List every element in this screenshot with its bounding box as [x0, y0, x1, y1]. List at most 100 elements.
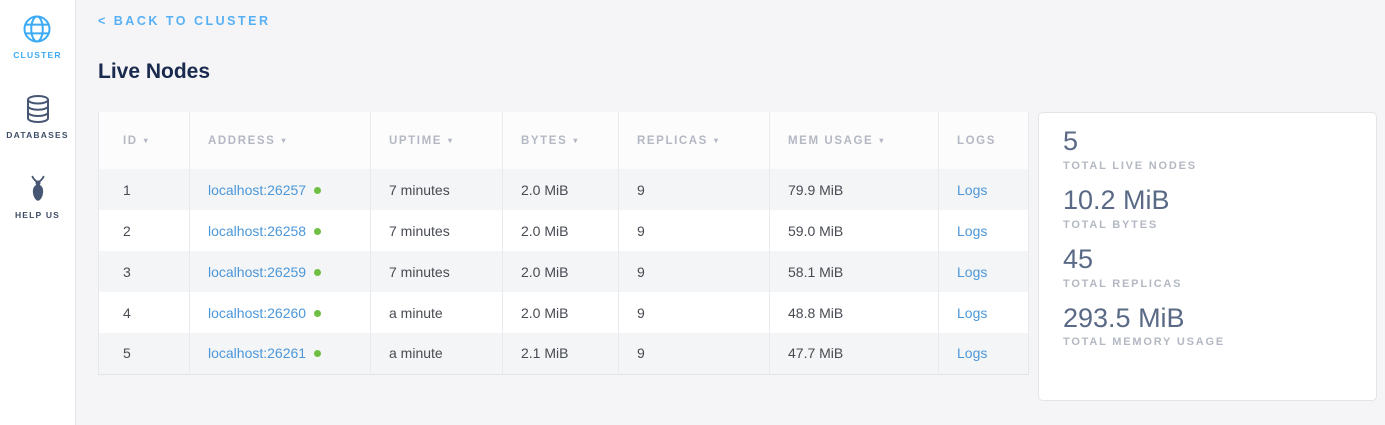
column-header-mem-usage[interactable]: MEM USAGE ▾ — [770, 112, 939, 169]
node-address-link[interactable]: localhost:26259 — [208, 264, 306, 280]
stat-label: TOTAL BYTES — [1063, 219, 1352, 231]
column-header-label: ID — [123, 135, 138, 147]
column-header-replicas[interactable]: REPLICAS ▾ — [619, 112, 770, 169]
logs-link[interactable]: Logs — [957, 264, 987, 280]
uptime-cell: a minute — [371, 333, 503, 374]
node-live-status-icon — [314, 187, 321, 194]
node-id-cell: 1 — [99, 169, 190, 210]
node-address-cell: localhost:26260 — [190, 292, 371, 333]
node-live-status-icon — [314, 228, 321, 235]
uptime-cell: 7 minutes — [371, 210, 503, 251]
node-live-status-icon — [314, 350, 321, 357]
replicas-cell: 9 — [619, 169, 770, 210]
node-id-cell: 5 — [99, 333, 190, 374]
logs-link[interactable]: Logs — [957, 305, 987, 321]
node-id-cell: 3 — [99, 251, 190, 292]
globe-icon — [22, 14, 52, 44]
bug-icon — [23, 174, 53, 204]
node-live-status-icon — [314, 269, 321, 276]
main-content: < BACK TO CLUSTER Live Nodes ID ▾ ADDRESS… — [76, 0, 1385, 425]
bytes-cell: 2.0 MiB — [503, 210, 619, 251]
sidebar: CLUSTER DATABASES HELP US — [0, 0, 76, 425]
logs-link[interactable]: Logs — [957, 345, 987, 361]
stat-total-replicas: 45 TOTAL REPLICAS — [1063, 244, 1352, 290]
page-title: Live Nodes — [98, 60, 1377, 84]
node-address-cell: localhost:26259 — [190, 251, 371, 292]
stat-label: TOTAL LIVE NODES — [1063, 160, 1352, 172]
column-header-label: ADDRESS — [208, 135, 275, 147]
sort-arrow-icon: ▾ — [448, 136, 454, 145]
mem-usage-cell: 58.1 MiB — [770, 251, 939, 292]
sort-arrow-icon: ▾ — [714, 136, 720, 145]
stat-value: 5 — [1063, 126, 1352, 158]
sidebar-item-help-us[interactable]: HELP US — [15, 174, 60, 220]
table-row: 4 localhost:26260 a minute 2.0 MiB 9 48.… — [99, 292, 1029, 333]
logs-cell: Logs — [939, 169, 1029, 210]
column-header-label: BYTES — [521, 135, 567, 147]
uptime-cell: a minute — [371, 292, 503, 333]
column-header-address[interactable]: ADDRESS ▾ — [190, 112, 371, 169]
mem-usage-cell: 59.0 MiB — [770, 210, 939, 251]
node-address-link[interactable]: localhost:26258 — [208, 223, 306, 239]
uptime-cell: 7 minutes — [371, 169, 503, 210]
column-header-bytes[interactable]: BYTES ▾ — [503, 112, 619, 169]
replicas-cell: 9 — [619, 210, 770, 251]
column-header-uptime[interactable]: UPTIME ▾ — [371, 112, 503, 169]
table-header-row: ID ▾ ADDRESS ▾ UPTIME ▾ BYTES ▾ REPLICAS ▾ ME… — [99, 112, 1029, 169]
table-row: 5 localhost:26261 a minute 2.1 MiB 9 47.… — [99, 333, 1029, 374]
node-address-cell: localhost:26258 — [190, 210, 371, 251]
stat-label: TOTAL REPLICAS — [1063, 278, 1352, 290]
mem-usage-cell: 48.8 MiB — [770, 292, 939, 333]
bytes-cell: 2.0 MiB — [503, 292, 619, 333]
stat-value: 45 — [1063, 244, 1352, 276]
back-to-cluster-link[interactable]: < BACK TO CLUSTER — [98, 14, 271, 28]
logs-cell: Logs — [939, 210, 1029, 251]
logs-cell: Logs — [939, 251, 1029, 292]
mem-usage-cell: 47.7 MiB — [770, 333, 939, 374]
stat-value: 293.5 MiB — [1063, 303, 1352, 335]
replicas-cell: 9 — [619, 292, 770, 333]
sort-arrow-icon: ▾ — [144, 136, 150, 145]
table-row: 1 localhost:26257 7 minutes 2.0 MiB 9 79… — [99, 169, 1029, 210]
column-header-logs: LOGS — [939, 112, 1029, 169]
node-address-link[interactable]: localhost:26260 — [208, 305, 306, 321]
sort-arrow-icon: ▾ — [573, 136, 579, 145]
sort-arrow-icon: ▾ — [281, 136, 287, 145]
node-id-cell: 2 — [99, 210, 190, 251]
column-header-label: LOGS — [957, 135, 996, 147]
bytes-cell: 2.1 MiB — [503, 333, 619, 374]
logs-cell: Logs — [939, 292, 1029, 333]
sidebar-item-label: DATABASES — [6, 130, 68, 140]
stat-label: TOTAL MEMORY USAGE — [1063, 336, 1352, 348]
node-id-cell: 4 — [99, 292, 190, 333]
column-header-label: UPTIME — [389, 135, 442, 147]
stat-total-memory-usage: 293.5 MiB TOTAL MEMORY USAGE — [1063, 303, 1352, 349]
logs-link[interactable]: Logs — [957, 223, 987, 239]
cluster-summary-card: 5 TOTAL LIVE NODES 10.2 MiB TOTAL BYTES … — [1038, 112, 1377, 401]
node-address-cell: localhost:26261 — [190, 333, 371, 374]
uptime-cell: 7 minutes — [371, 251, 503, 292]
node-address-link[interactable]: localhost:26257 — [208, 182, 306, 198]
table-row: 3 localhost:26259 7 minutes 2.0 MiB 9 58… — [99, 251, 1029, 292]
node-address-cell: localhost:26257 — [190, 169, 371, 210]
node-address-link[interactable]: localhost:26261 — [208, 345, 306, 361]
stat-value: 10.2 MiB — [1063, 185, 1352, 217]
bytes-cell: 2.0 MiB — [503, 169, 619, 210]
column-header-id[interactable]: ID ▾ — [99, 112, 190, 169]
logs-cell: Logs — [939, 333, 1029, 374]
live-nodes-table: ID ▾ ADDRESS ▾ UPTIME ▾ BYTES ▾ REPLICAS ▾ ME… — [98, 112, 1029, 375]
replicas-cell: 9 — [619, 251, 770, 292]
mem-usage-cell: 79.9 MiB — [770, 169, 939, 210]
column-header-label: REPLICAS — [637, 135, 708, 147]
replicas-cell: 9 — [619, 333, 770, 374]
column-header-label: MEM USAGE — [788, 135, 873, 147]
table-row: 2 localhost:26258 7 minutes 2.0 MiB 9 59… — [99, 210, 1029, 251]
sidebar-item-cluster[interactable]: CLUSTER — [13, 14, 62, 60]
logs-link[interactable]: Logs — [957, 182, 987, 198]
sort-arrow-icon: ▾ — [879, 136, 885, 145]
sidebar-item-databases[interactable]: DATABASES — [6, 94, 68, 140]
stat-total-live-nodes: 5 TOTAL LIVE NODES — [1063, 126, 1352, 172]
database-icon — [23, 94, 53, 124]
content-row: ID ▾ ADDRESS ▾ UPTIME ▾ BYTES ▾ REPLICAS ▾ ME… — [98, 112, 1377, 401]
node-live-status-icon — [314, 310, 321, 317]
